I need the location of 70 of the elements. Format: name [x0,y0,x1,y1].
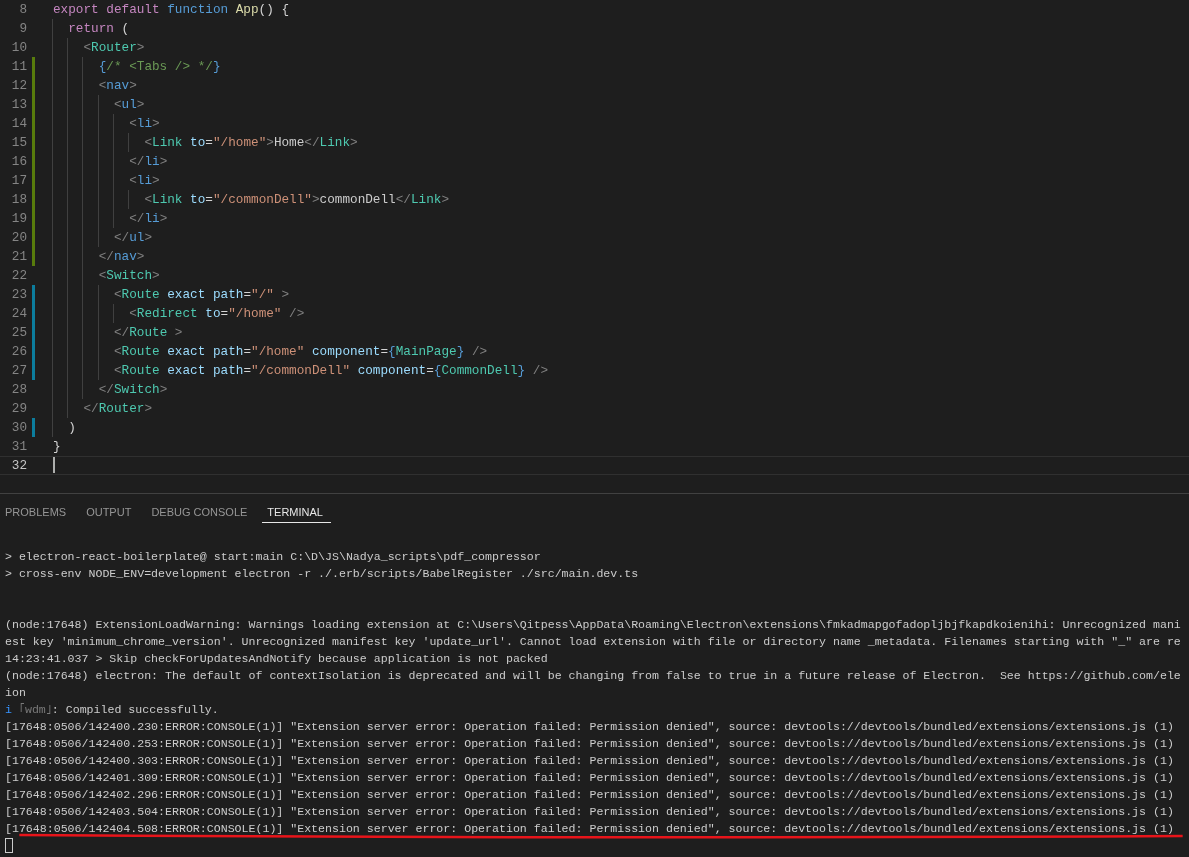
code-line: </li> [53,154,168,169]
line-number: 16 [10,154,27,169]
line-number: 24 [10,306,27,321]
line-number: 19 [10,211,27,226]
text-cursor [53,457,55,473]
line-number: 26 [10,344,27,359]
code-line: </nav> [53,249,145,264]
line-number: 29 [10,401,27,416]
terminal-line: [17648:0506/142400.303:ERROR:CONSOLE(1)] "Extension server error: Operation failed: Permission denied", source: devtools://devtools/bundled/extensions/extensions.js (1) [5,754,1174,767]
line-number: 9 [18,21,27,36]
terminal-line: [17648:0506/142400.230:ERROR:CONSOLE(1)] "Extension server error: Operation failed: Permission denied", source: devtools://devtools/bundled/extensions/extensions.js (1) [5,720,1174,733]
code-line: <Route exact path="/home" component={MainPage} /> [53,344,488,359]
line-number: 28 [10,382,27,397]
code-line: <nav> [53,78,137,93]
line-number: 27 [10,363,27,378]
terminal-line: i ｢wdm｣: Compiled successfully. [5,703,219,716]
panel-tab[interactable]: TERMINAL [262,500,331,523]
terminal-line: > electron-react-boilerplate@ start:main C:\D\JS\Nadya_scripts\pdf_compressor [5,550,541,563]
terminal-line: [17648:0506/142400.253:ERROR:CONSOLE(1)] "Extension server error: Operation failed: Permission denied", source: devtools://devtools/bundled/extensions/extensions.js (1) [5,737,1174,750]
panel-tab[interactable]: PROBLEMS [0,500,75,523]
line-number: 17 [10,173,27,188]
code-line: <ul> [53,97,145,112]
code-line: <Link to="/home">Home</Link> [53,135,358,150]
terminal-line: [17648:0506/142403.504:ERROR:CONSOLE(1)] "Extension server error: Operation failed: Permission denied", source: devtools://devtools/bundled/extensions/extensions.js (1) [5,805,1174,818]
line-number: 18 [10,192,27,207]
code-line: <li> [53,116,160,131]
code-line: <li> [53,173,160,188]
line-number: 32 [10,458,27,473]
panel-tab[interactable]: DEBUG CONSOLE [146,500,256,523]
line-number: 10 [10,40,27,55]
terminal-line: [17648:0506/142404.508:ERROR:CONSOLE(1)] "Extension server error: Operation failed: Permission denied", source: devtools://devtools/bundled/extensions/extensions.js (1) [5,822,1174,835]
terminal-line: (node:17648) electron: The default of contextIsolation is deprecated and will be changing from false to true in a future release of Electron. See https://github.com/ele [5,669,1181,682]
code-line: <Redirect to="/home" /> [53,306,305,321]
panel-tab[interactable]: OUTPUT [81,500,140,523]
line-number: 11 [10,59,27,74]
terminal-cursor [5,838,13,854]
line-number: 22 [10,268,27,283]
code-line: <Route exact path="/commonDell" component={CommonDell} /> [53,363,548,378]
terminal-line: > cross-env NODE_ENV=development electron -r ./.erb/scripts/BabelRegister ./src/main.dev.ts [5,567,639,580]
line-number: 20 [10,230,27,245]
code-line: } [53,439,61,454]
line-number: 14 [10,116,27,131]
line-number: 25 [10,325,27,340]
code-line: </Switch> [53,382,168,397]
terminal-line: ion [5,686,26,699]
code-line: </li> [53,211,168,226]
code-line: ) [53,420,76,435]
terminal-line: [17648:0506/142402.296:ERROR:CONSOLE(1)] "Extension server error: Operation failed: Permission denied", source: devtools://devtools/bundled/extensions/extensions.js (1) [5,788,1174,801]
terminal-line: (node:17648) ExtensionLoadWarning: Warnings loading extension at C:\Users\Qitpess\AppData\Roaming\Electron\extensions\fmkadmapgofadopljbjfkapdkoienihi: Unrecognized mani [5,618,1181,631]
code-line: export default function App() { [53,2,290,17]
code-line: </Route > [53,325,183,340]
terminal-line: [17648:0506/142401.309:ERROR:CONSOLE(1)] "Extension server error: Operation failed: Permission denied", source: devtools://devtools/bundled/extensions/extensions.js (1) [5,771,1174,784]
code-line: </ul> [53,230,153,245]
code-line: <Link to="/commonDell">commonDell</Link> [53,192,450,207]
line-number: 15 [10,135,27,150]
code-line: </Router> [53,401,152,416]
line-number: 21 [10,249,27,264]
terminal-line: 14:23:41.037 > Skip checkForUpdatesAndNotify because application is not packed [5,652,548,665]
line-number: 30 [10,420,27,435]
line-number: 23 [10,287,27,302]
line-number: 13 [10,97,27,112]
line-number: 8 [18,2,27,17]
code-line: {/* <Tabs /> */} [53,59,221,74]
line-number: 31 [10,439,27,454]
code-line: return ( [53,21,130,36]
terminal-line: est key 'minimum_chrome_version'. Unrecognized manifest key 'update_url'. Cannot load extension with file or directory name _metadata. Filenames starting with "_" are re [5,635,1181,648]
line-number: 12 [10,78,27,93]
code-line: <Router> [53,40,145,55]
code-line: <Route exact path="/" > [53,287,290,302]
code-line: <Switch> [53,268,160,283]
